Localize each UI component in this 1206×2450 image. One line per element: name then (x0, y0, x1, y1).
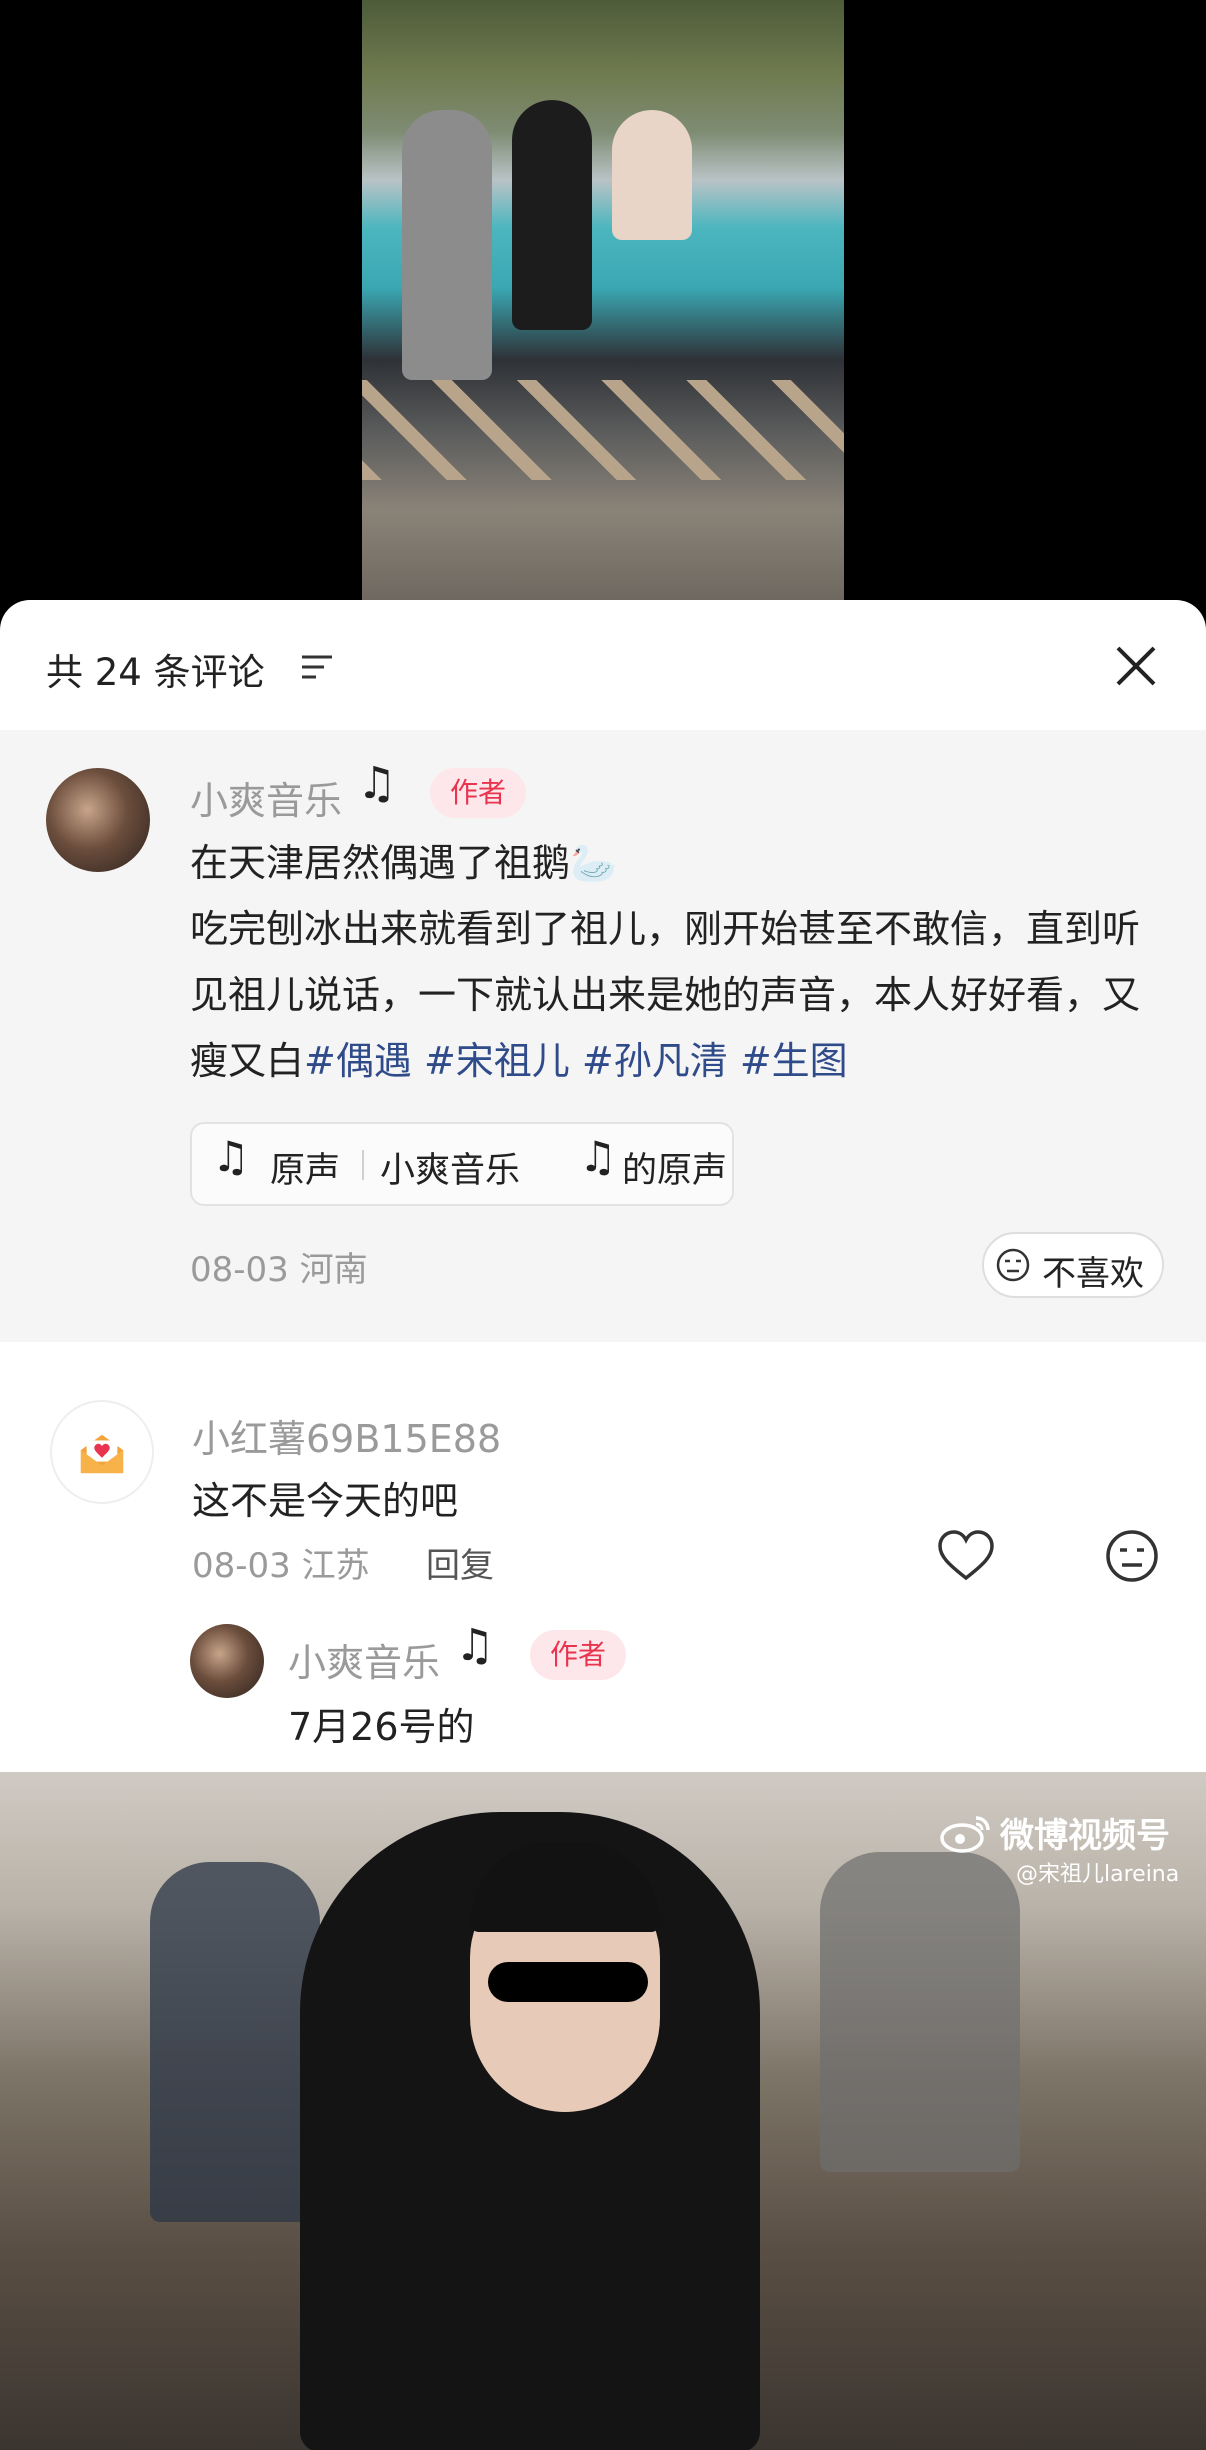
bottom-video-player[interactable]: 微博视频号 @宋祖儿lareina (0, 1772, 1206, 2450)
comment-sheet: 共 24 条评论 小爽音乐 ♫ 作者 在天津居然偶遇了祖鹅🦢 吃完刨冰出来就看到… (0, 600, 1206, 1772)
author-post: 小爽音乐 ♫ 作者 在天津居然偶遇了祖鹅🦢 吃完刨冰出来就看到了祖儿，刚开始甚至… (0, 730, 1206, 1342)
avatar[interactable] (46, 768, 150, 872)
hashtag[interactable]: #孙凡清 (582, 1039, 728, 1083)
video-fence (362, 380, 844, 480)
video-figure (512, 100, 592, 330)
video-sunglasses (488, 1962, 648, 2002)
avatar[interactable] (50, 1400, 154, 1504)
divider (362, 1150, 364, 1180)
sound-author-name: 小爽音乐 (380, 1151, 521, 1191)
heart-outline-icon[interactable] (936, 1528, 996, 1584)
sound-suffix: 的原声 (622, 1151, 728, 1191)
music-note-icon: ♫ (357, 758, 397, 809)
username[interactable]: 小红薯69B15E88 (192, 1408, 501, 1463)
hashtag[interactable]: #宋祖儿 (424, 1039, 570, 1083)
author-badge: 作者 (530, 1630, 626, 1680)
top-video-player[interactable] (0, 0, 1206, 600)
music-note-icon: ♫ (212, 1132, 250, 1181)
weibo-logo-icon (940, 1816, 990, 1853)
username[interactable]: 小爽音乐 (190, 770, 342, 825)
dislike-button[interactable]: 不喜欢 (982, 1232, 1164, 1298)
comment-text: 这不是今天的吧 (192, 1479, 459, 1523)
sort-icon[interactable] (300, 652, 334, 682)
sound-label: 原声 (270, 1151, 341, 1191)
envelope-heart-icon (80, 1434, 124, 1474)
post-text-line1: 在天津居然偶遇了祖鹅🦢 (190, 841, 618, 885)
username[interactable]: 小爽音乐 (288, 1632, 440, 1687)
video-frame (362, 0, 844, 600)
dislike-label: 不喜欢 (1042, 1254, 1144, 1294)
video-background-figure (150, 1862, 320, 2222)
video-figure (402, 110, 492, 380)
original-sound-chip[interactable]: ♫ 原声 小爽音乐 ♫ 的原声 (190, 1122, 734, 1206)
post-date-location: 08-03 河南 (190, 1250, 368, 1290)
video-background-figure (820, 1852, 1020, 2172)
author-badge: 作者 (430, 768, 526, 818)
music-note-icon: ♫ (579, 1132, 617, 1181)
neutral-face-icon (996, 1248, 1030, 1282)
post-text: 在天津居然偶遇了祖鹅🦢 吃完刨冰出来就看到了祖儿，刚开始甚至不敢信，直到听见祖儿… (190, 830, 1170, 1094)
hashtag[interactable]: #生图 (740, 1039, 848, 1083)
comment-count: 共 24 条评论 (46, 651, 265, 694)
reply-button[interactable]: 回复 (426, 1538, 494, 1587)
neutral-face-icon[interactable] (1104, 1528, 1160, 1584)
video-figure (612, 110, 692, 240)
comment-item: 小红薯69B15E88 这不是今天的吧 08-03 江苏 回复 小爽音乐 ♫ 作… (0, 1342, 1206, 1772)
comment-sheet-header: 共 24 条评论 (0, 600, 1206, 730)
hashtag[interactable]: #偶遇 (304, 1039, 412, 1083)
comment-date-location: 08-03 江苏 (192, 1546, 370, 1586)
watermark-handle: @宋祖儿lareina (1016, 1862, 1180, 1887)
reply-text: 7月26号的 (288, 1705, 475, 1749)
reply-item: 小爽音乐 ♫ 作者 7月26号的 (190, 1620, 1190, 1772)
close-icon[interactable] (1110, 640, 1162, 692)
watermark-title: 微博视频号 (1000, 1816, 1170, 1856)
music-note-icon: ♫ (455, 1620, 495, 1671)
avatar[interactable] (190, 1624, 264, 1698)
